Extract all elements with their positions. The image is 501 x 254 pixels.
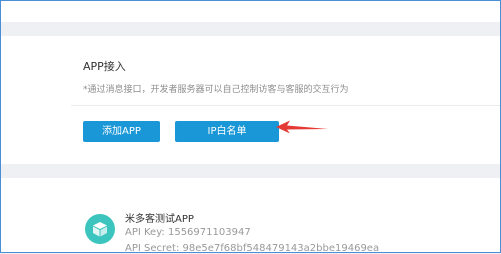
api-key-label: API Key: [125,227,165,238]
section-title: APP接入 [83,60,126,73]
add-app-button[interactable]: 添加APP [83,121,160,142]
divider [71,105,500,106]
app-access-panel: APP接入 *通过消息接口，开发者服务器可以自己控制访客与客服的交互行为 添加A… [1,36,500,164]
api-secret-value: 98e5e7f68bf548479143a2bbe19469ea [182,243,380,254]
app-name: 米多客测试APP [125,214,194,225]
api-secret-line: API Secret: 98e5e7f68bf548479143a2bbe194… [125,243,379,254]
cube-icon [93,222,107,237]
api-secret-label: API Secret: [125,243,180,254]
red-arrow-icon [276,120,328,134]
app-logo [85,214,115,244]
top-panel-strip [1,1,500,22]
app-list-panel: 米多客测试APP API Key: 1556971103947 API Secr… [1,178,500,254]
api-key-line: API Key: 1556971103947 [125,227,251,238]
api-key-value: 1556971103947 [167,227,251,238]
ip-whitelist-button[interactable]: IP白名单 [175,121,279,142]
section-description: *通过消息接口，开发者服务器可以自己控制访客与客服的交互行为 [83,85,349,95]
